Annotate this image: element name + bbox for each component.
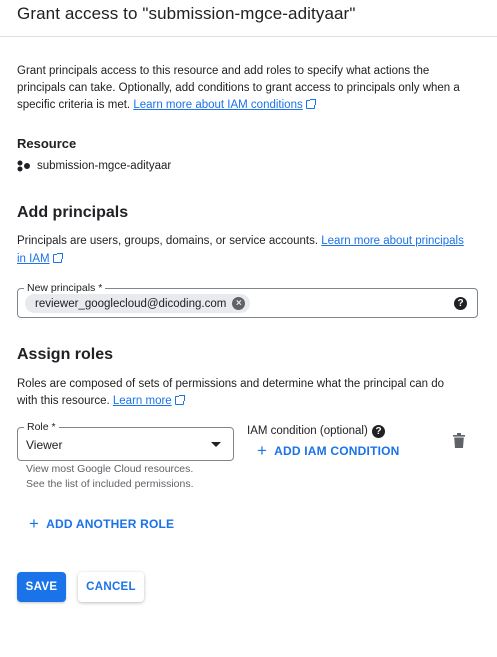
save-button[interactable]: SAVE [17, 572, 66, 602]
new-principals-field[interactable]: New principals * reviewer_googlecloud@di… [17, 281, 478, 318]
role-select[interactable]: Role * Viewer [17, 420, 234, 461]
open-in-new-icon [174, 395, 185, 405]
principals-description-line-2: in IAM [17, 250, 63, 268]
project-icon [17, 160, 30, 172]
resource-heading: Resource [17, 136, 77, 151]
assign-roles-heading: Assign roles [17, 346, 114, 363]
trash-icon[interactable] [453, 433, 465, 448]
role-label: Role * [24, 420, 59, 434]
intro-line-1: Grant principals access to this resource… [17, 65, 430, 77]
intro-line-3-text: specific criteria is met. [17, 99, 131, 111]
principal-chip: reviewer_googlecloud@dicoding.com × [25, 294, 251, 313]
plus-icon: + [257, 441, 268, 460]
iam-condition-label: IAM condition (optional) [247, 425, 368, 437]
iam-conditions-link[interactable]: Learn more about IAM conditions [133, 99, 316, 111]
resource-name: submission-mgce-adityaar [37, 160, 172, 172]
add-iam-condition-button[interactable]: + ADD IAM CONDITION [257, 441, 400, 460]
help-icon[interactable]: ? [372, 425, 385, 438]
principals-description: Principals are users, groups, domains, o… [17, 232, 464, 250]
add-another-role-button[interactable]: + ADD ANOTHER ROLE [29, 514, 175, 533]
cancel-icon[interactable]: × [232, 297, 246, 310]
intro-line-2: principals can take. Optionally, add con… [17, 82, 460, 94]
roles-learn-more-label: Learn more [112, 395, 172, 407]
role-helper-2: See the list of included permissions. [26, 478, 194, 490]
help-icon[interactable]: ? [454, 297, 467, 310]
plus-icon: + [29, 514, 40, 533]
dropdown-arrow-icon [211, 442, 221, 447]
dialog-header: Grant access to "submission-mgce-adityaa… [0, 0, 497, 37]
resource-row: submission-mgce-adityaar [17, 160, 171, 172]
principals-link[interactable]: Learn more about principals [321, 235, 464, 247]
iam-conditions-link-label: Learn more about IAM conditions [133, 99, 303, 111]
role-value: Viewer [26, 438, 63, 452]
intro-line-3: specific criteria is met. Learn more abo… [17, 96, 316, 114]
open-in-new-icon [305, 99, 316, 109]
new-principals-label: New principals * [24, 281, 106, 295]
principals-link-continued[interactable]: in IAM [17, 253, 63, 265]
iam-condition-label-text: IAM condition (optional) [247, 425, 368, 437]
roles-description-text: with this resource. [17, 395, 110, 407]
add-principals-heading: Add principals [17, 204, 129, 221]
role-helper-1: View most Google Cloud resources. [26, 463, 194, 475]
add-another-role-label: ADD ANOTHER ROLE [46, 517, 175, 531]
open-in-new-icon [52, 253, 63, 263]
principal-chip-value: reviewer_googlecloud@dicoding.com [35, 297, 227, 310]
principals-link-continued-label: in IAM [17, 253, 50, 265]
cancel-button[interactable]: CANCEL [78, 572, 144, 602]
roles-description-line-1: Roles are composed of sets of permission… [17, 378, 445, 390]
principals-description-text: Principals are users, groups, domains, o… [17, 235, 319, 247]
add-iam-condition-label: ADD IAM CONDITION [274, 444, 400, 458]
dialog-title: Grant access to "submission-mgce-adityaa… [17, 4, 356, 23]
roles-learn-more-link[interactable]: Learn more [112, 395, 185, 407]
roles-description-line-2: with this resource. Learn more [17, 392, 185, 410]
